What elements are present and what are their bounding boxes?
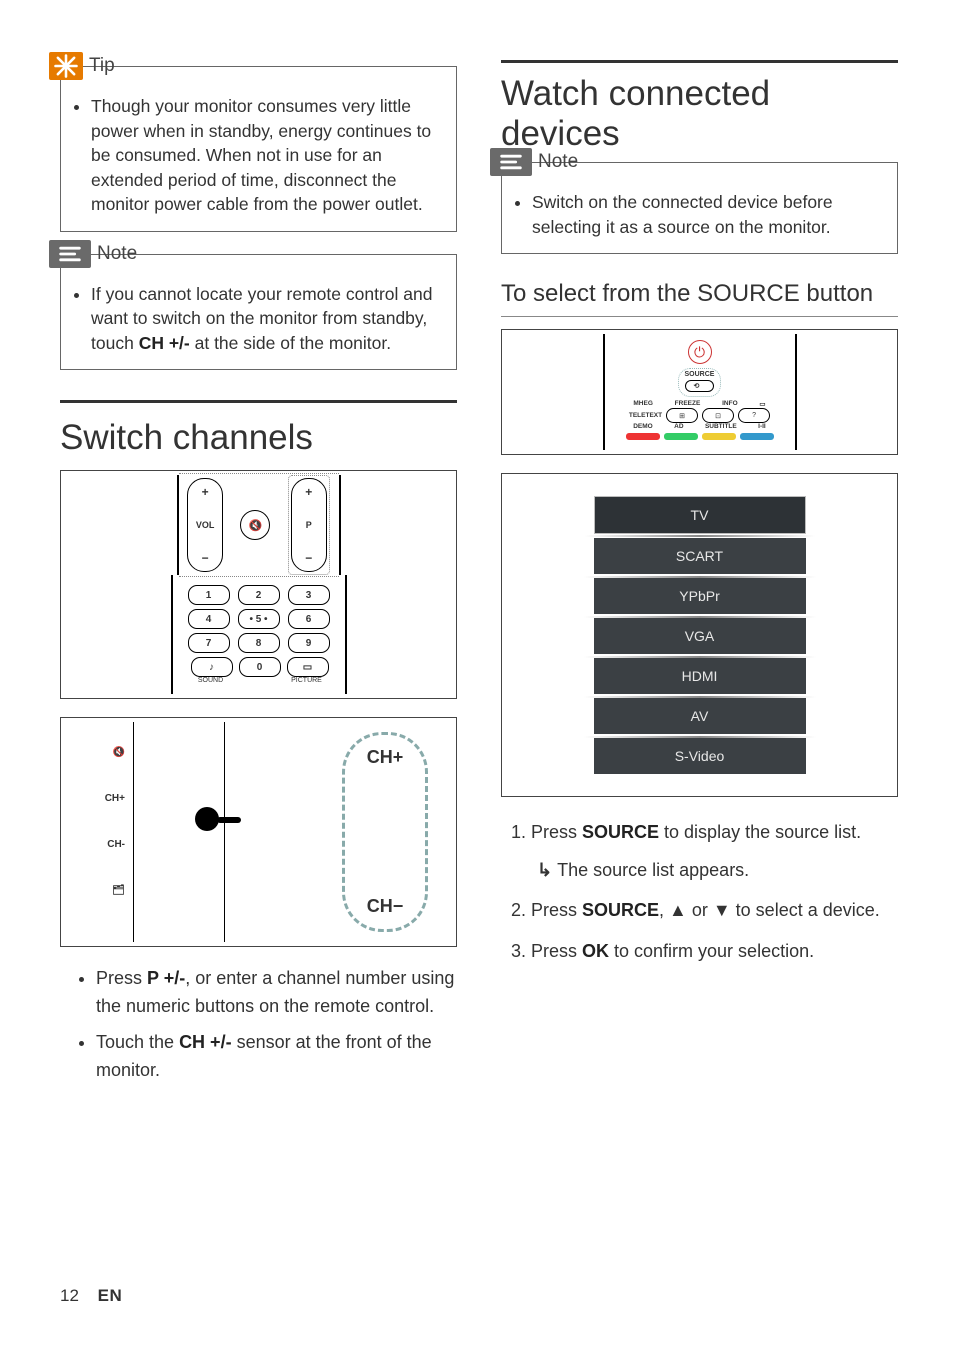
- source-list-figure: TV SCART YPbPr VGA HDMI AV S-Video: [501, 473, 898, 797]
- finger-icon: [195, 807, 219, 831]
- power-icon: ⏻: [688, 340, 712, 364]
- note-icon: [490, 148, 532, 176]
- source-button: ⟲: [685, 380, 715, 392]
- source-item-av: AV: [594, 698, 806, 734]
- source-item-tv: TV: [594, 496, 806, 534]
- step-result: The source list appears.: [537, 853, 898, 887]
- tip-title: Tip: [89, 55, 115, 77]
- numeric-keypad: 123 4• 5 •6 789 ♪SOUND 0 ▭PICTURE: [171, 575, 347, 694]
- note-callout-right: Note Switch on the connected device befo…: [501, 162, 898, 254]
- source-button-subheading: To select from the SOURCE button: [501, 280, 898, 317]
- asterisk-icon: [49, 52, 83, 80]
- side-panel-figure: 🔇 CH+ CH- 🗂 CH+ CH−: [60, 717, 457, 947]
- page-language: EN: [98, 1286, 123, 1305]
- source-item-svideo: S-Video: [594, 738, 806, 774]
- remote-figure-1: +VOL− 🔇 +P− 123 4• 5 •6 789 ♪SOUND: [60, 470, 457, 699]
- p-rocker: +P−: [291, 478, 327, 572]
- page-number: 12: [60, 1286, 79, 1305]
- note-title-left: Note: [97, 243, 137, 265]
- switch-channels-heading: Switch channels: [60, 400, 457, 458]
- watch-devices-heading: Watch connected devices: [501, 60, 898, 154]
- source-item-scart: SCART: [594, 538, 806, 574]
- remote-source-figure: ⏻ SOURCE ⟲ MHEGFREEZEINFO▭ TELETEXT ⊞⊡? …: [501, 329, 898, 455]
- page-footer: 12 EN: [60, 1286, 122, 1306]
- tip-callout: Tip Though your monitor consumes very li…: [60, 66, 457, 232]
- vol-rocker: +VOL−: [187, 478, 223, 572]
- source-steps: Press SOURCE to display the source list.…: [505, 815, 898, 968]
- color-buttons: [626, 433, 774, 440]
- note-text-right: Switch on the connected device before se…: [532, 190, 883, 239]
- note-text-left: If you cannot locate your remote control…: [91, 282, 442, 356]
- tip-text: Though your monitor consumes very little…: [91, 94, 442, 217]
- note-callout-left: Note If you cannot locate your remote co…: [60, 254, 457, 371]
- note-title-right: Note: [538, 151, 578, 173]
- note-icon: [49, 240, 91, 268]
- switch-channels-bullets: Press P +/-, or enter a channel number u…: [96, 965, 457, 1085]
- source-item-ypbpr: YPbPr: [594, 578, 806, 614]
- mute-button: 🔇: [240, 510, 270, 540]
- source-item-vga: VGA: [594, 618, 806, 654]
- source-item-hdmi: HDMI: [594, 658, 806, 694]
- ch-plus-minus-area: CH+ CH−: [342, 732, 428, 932]
